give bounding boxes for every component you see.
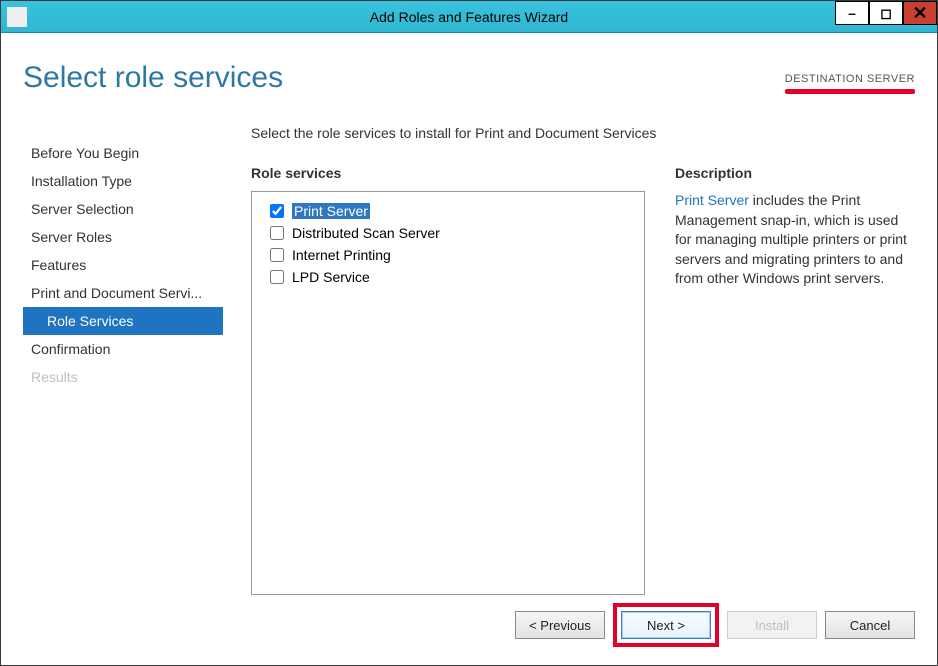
window-title: Add Roles and Features Wizard [1,9,937,25]
step-server-selection[interactable]: Server Selection [23,195,223,223]
page-title: Select role services [23,61,915,95]
app-icon [7,7,27,27]
description-text: Print Server includes the Print Manageme… [675,191,915,289]
description-link[interactable]: Print Server [675,192,749,208]
role-internet-printing-checkbox[interactable] [270,248,284,262]
next-button[interactable]: Next > [621,611,711,639]
role-lpd-service-label: LPD Service [292,269,370,285]
role-distributed-scan-server-checkbox[interactable] [270,226,284,240]
titlebar: Add Roles and Features Wizard – ◻ ✕ [1,1,937,33]
step-role-services[interactable]: Role Services [23,307,223,335]
description-column: Description Print Server includes the Pr… [675,165,915,595]
role-internet-printing-label: Internet Printing [292,247,391,263]
role-distributed-scan-server-label: Distributed Scan Server [292,225,440,241]
panels-row: Role services Print Server Distributed S… [251,165,915,595]
role-services-column: Role services Print Server Distributed S… [251,165,645,595]
previous-button[interactable]: < Previous [515,611,605,639]
maximize-button[interactable]: ◻ [869,1,903,25]
role-lpd-service-checkbox[interactable] [270,270,284,284]
wizard-body: Before You Begin Installation Type Serve… [1,125,937,595]
destination-server-name-redacted [785,89,915,94]
role-distributed-scan-server[interactable]: Distributed Scan Server [270,222,638,244]
step-confirmation[interactable]: Confirmation [23,335,223,363]
step-installation-type[interactable]: Installation Type [23,167,223,195]
instruction-text: Select the role services to install for … [251,125,915,141]
role-internet-printing[interactable]: Internet Printing [270,244,638,266]
role-services-listbox[interactable]: Print Server Distributed Scan Server Int… [251,191,645,595]
role-lpd-service[interactable]: LPD Service [270,266,638,288]
cancel-button[interactable]: Cancel [825,611,915,639]
role-print-server[interactable]: Print Server [270,200,638,222]
role-print-server-label: Print Server [292,203,370,219]
minimize-button[interactable]: – [835,1,869,25]
step-print-document-services[interactable]: Print and Document Servi... [23,279,223,307]
wizard-content: Select the role services to install for … [223,125,915,595]
destination-server-label: DESTINATION SERVER [785,73,915,94]
wizard-footer: < Previous Next > Install Cancel [515,603,915,647]
wizard-steps-sidebar: Before You Begin Installation Type Serve… [23,125,223,595]
install-button: Install [727,611,817,639]
step-server-roles[interactable]: Server Roles [23,223,223,251]
description-heading: Description [675,165,915,181]
step-before-you-begin[interactable]: Before You Begin [23,139,223,167]
wizard-header: Select role services DESTINATION SERVER [1,33,937,125]
close-button[interactable]: ✕ [903,1,937,25]
step-results: Results [23,363,223,391]
step-features[interactable]: Features [23,251,223,279]
window-controls: – ◻ ✕ [835,1,937,25]
role-print-server-checkbox[interactable] [270,204,284,218]
role-services-heading: Role services [251,165,645,181]
next-button-highlight: Next > [613,603,719,647]
